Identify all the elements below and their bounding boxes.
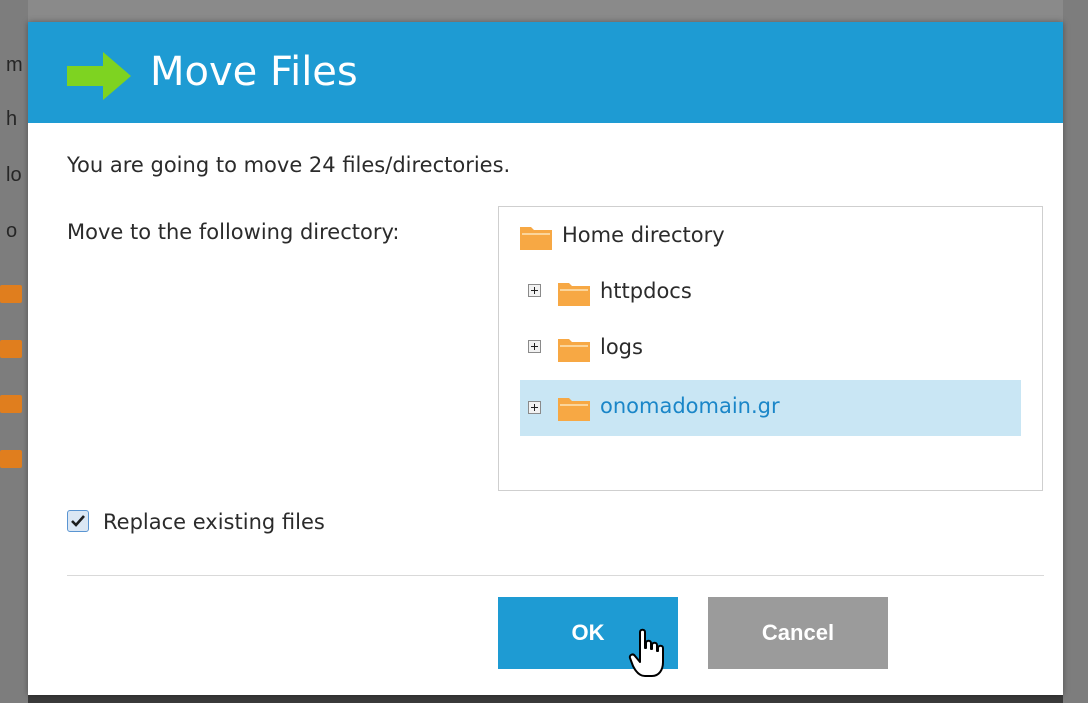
footer-divider (67, 575, 1044, 576)
replace-existing-label[interactable]: Replace existing files (103, 507, 325, 537)
background-bottom-strip (28, 695, 1063, 703)
tree-item-label: onomadomain.gr (600, 394, 780, 418)
folder-icon (520, 227, 552, 250)
folder-icon (558, 283, 590, 306)
dialog-header: Move Files (28, 22, 1063, 123)
tree-item-onomadomain[interactable]: onomadomain.gr (520, 380, 1021, 436)
checkmark-icon (71, 515, 85, 527)
directory-tree: Home directory httpdocs logs onomadomain… (498, 206, 1043, 491)
folder-icon (558, 339, 590, 362)
background-folder-icon (0, 285, 22, 303)
expand-plus-icon[interactable] (528, 340, 541, 353)
move-files-dialog: Move Files You are going to move 24 file… (28, 22, 1063, 695)
tree-item-label: logs (600, 335, 643, 359)
destination-label: Move to the following directory: (67, 220, 400, 244)
expand-plus-icon[interactable] (528, 284, 541, 297)
background-text-fragment: h (6, 108, 18, 130)
cancel-button[interactable]: Cancel (708, 597, 888, 669)
tree-item-label: httpdocs (600, 279, 692, 303)
tree-item-httpdocs[interactable]: httpdocs (520, 263, 1021, 319)
tree-item-home-directory[interactable]: Home directory (520, 207, 1021, 263)
hand-pointer-icon (628, 628, 664, 677)
arrow-right-icon (67, 52, 131, 100)
background-text-fragment: o (6, 220, 18, 242)
background-folder-icon (0, 340, 22, 358)
background-right-strip (1063, 0, 1088, 703)
background-folder-icon (0, 395, 22, 413)
background-folder-icon (0, 450, 22, 468)
background-text-fragment: lo (6, 164, 22, 186)
folder-icon (558, 398, 590, 421)
move-message: You are going to move 24 files/directori… (67, 153, 511, 177)
tree-item-label: Home directory (562, 223, 725, 247)
background-text-fragment: m (6, 54, 23, 76)
dialog-title: Move Files (150, 49, 358, 95)
tree-item-logs[interactable]: logs (520, 319, 1021, 375)
replace-existing-checkbox[interactable] (67, 510, 89, 532)
expand-plus-icon[interactable] (528, 401, 541, 414)
